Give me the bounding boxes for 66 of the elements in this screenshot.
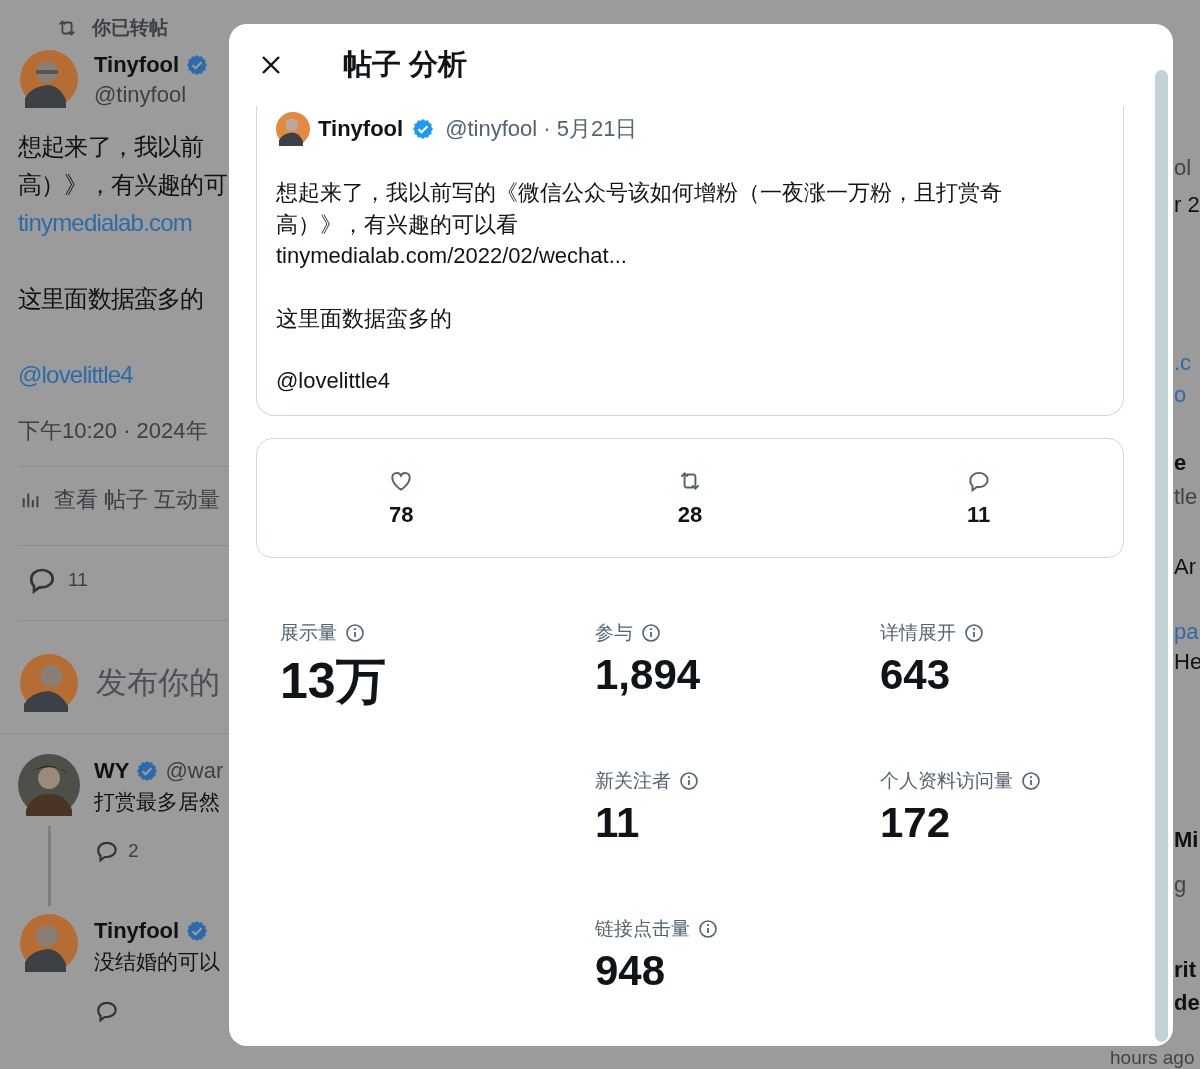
sidebar-text: tle bbox=[1174, 484, 1199, 510]
metric-label: 参与 bbox=[595, 620, 633, 645]
metric-label: 个人资料访问量 bbox=[880, 768, 1013, 793]
verified-badge-icon bbox=[411, 117, 436, 141]
view-engagements-link[interactable]: 查看 帖子 互动量 bbox=[54, 485, 221, 515]
count-value: 11 bbox=[967, 501, 991, 528]
post-text: 想起来了，我以前写的《微信公众号该如何增粉（一夜涨一万粉，且打赏奇 bbox=[276, 179, 1003, 207]
post-link[interactable]: tinymedialab.com bbox=[18, 204, 230, 242]
metric-value: 948 bbox=[595, 945, 666, 996]
sidebar-text: Mi bbox=[1174, 827, 1200, 853]
reply-text: 打赏最多居然 bbox=[94, 789, 221, 815]
sidebar-text: e bbox=[1174, 450, 1188, 476]
scrollbar[interactable] bbox=[1155, 70, 1168, 1042]
post-text: 这里面数据蛮多的 bbox=[18, 284, 205, 314]
dialog-title: 帖子 分析 bbox=[343, 47, 468, 82]
metric-value: 643 bbox=[880, 649, 951, 700]
info-icon[interactable] bbox=[698, 918, 718, 939]
info-icon[interactable] bbox=[679, 770, 699, 791]
repost-icon bbox=[56, 17, 78, 39]
info-icon[interactable] bbox=[1021, 770, 1041, 791]
count-value: 78 bbox=[389, 501, 414, 528]
sidebar-text: pa bbox=[1174, 619, 1200, 645]
sidebar-text: g bbox=[1174, 872, 1188, 898]
count-value: 28 bbox=[677, 501, 703, 528]
sidebar-text: o bbox=[1174, 382, 1188, 408]
info-icon[interactable] bbox=[641, 622, 661, 643]
mention-link[interactable]: @lovelittle4 bbox=[18, 356, 230, 394]
sidebar-text: rit bbox=[1174, 957, 1197, 983]
verified-badge-icon bbox=[185, 53, 210, 77]
post-text: 高）》，有兴趣的可以看 bbox=[276, 210, 519, 239]
metric-label: 新关注者 bbox=[595, 768, 671, 793]
author-name[interactable]: Tinyfool bbox=[318, 116, 404, 142]
reply-count: 11 bbox=[68, 569, 88, 591]
metric-value: 172 bbox=[880, 797, 951, 848]
author-handle[interactable]: @tinyfool bbox=[94, 80, 210, 110]
reply-text: 没结婚的可以 bbox=[94, 949, 220, 975]
metric-label: 详情展开 bbox=[880, 620, 956, 645]
author-name[interactable]: Tinyfool bbox=[94, 50, 180, 80]
post-text: @lovelittle4 bbox=[276, 367, 392, 395]
compose-field[interactable]: 发布你的 bbox=[96, 665, 228, 701]
repost-note: 你已转帖 bbox=[92, 16, 168, 40]
post-text: 这里面数据蛮多的 bbox=[276, 304, 453, 333]
author-handle: @tinyfool · 5月21日 bbox=[445, 115, 638, 143]
metric-value: 11 bbox=[595, 797, 640, 848]
sidebar-text: r 2 bbox=[1174, 192, 1200, 218]
author-handle[interactable]: @war bbox=[165, 756, 224, 786]
verified-badge-icon bbox=[135, 759, 160, 783]
metric-label: 展示量 bbox=[280, 620, 337, 645]
reply-count: 2 bbox=[128, 840, 139, 862]
post-timestamp: 下午10:20 · 2024年 bbox=[18, 417, 209, 445]
sidebar-text: ol bbox=[1174, 155, 1193, 181]
info-icon[interactable] bbox=[964, 622, 984, 643]
info-icon[interactable] bbox=[345, 622, 365, 643]
sidebar-text: .c bbox=[1174, 350, 1193, 376]
sidebar-text: Ar bbox=[1174, 554, 1197, 580]
metric-label: 链接点击量 bbox=[595, 916, 690, 941]
metric-value: 13万 bbox=[280, 651, 386, 711]
post-text: 高）》，有兴趣的可 bbox=[18, 170, 228, 200]
author-name[interactable]: Tinyfool bbox=[94, 916, 180, 946]
author-name[interactable]: WY bbox=[94, 756, 130, 786]
metric-value: 1,894 bbox=[595, 649, 701, 700]
post-text: tinymedialab.com/2022/02/wechat... bbox=[276, 242, 628, 270]
verified-badge-icon bbox=[185, 919, 210, 943]
sidebar-text: de bbox=[1174, 990, 1200, 1016]
post-text: 想起来了，我以前 bbox=[18, 132, 205, 162]
timestamp: hours ago bbox=[1110, 1047, 1195, 1069]
